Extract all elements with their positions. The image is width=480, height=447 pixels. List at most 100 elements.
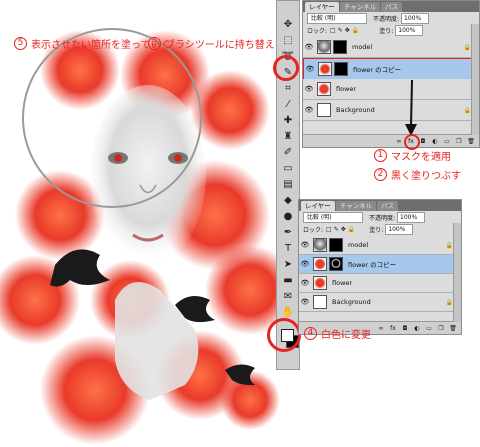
annotation-step3: 3 ブラシツールに持ち替える (148, 36, 285, 51)
step-number: 1 (374, 149, 387, 162)
layer-row-background[interactable]: 👁 Background 🔒 (299, 293, 461, 312)
mask-thumbnail[interactable] (334, 62, 348, 76)
healing-tool-icon[interactable]: ✚ (280, 113, 296, 128)
blend-row: 比較 (明) 不透明度: 100% (303, 12, 479, 24)
link-icon[interactable]: ∞ (377, 324, 385, 332)
annotation-text: 白色に変更 (321, 330, 371, 341)
shape-tool-icon[interactable]: ▬ (280, 273, 296, 288)
eye-icon[interactable]: 👁 (303, 43, 315, 51)
layer-name: flower のコピー (353, 66, 402, 74)
layer-row-flower-copy[interactable]: 👁 flower のコピー (303, 58, 479, 80)
panel-scrollbar[interactable] (453, 223, 461, 322)
folder-icon[interactable]: ▭ (443, 137, 451, 145)
layers-panel-bottom: レイヤー チャンネル パス 比較 (明) 不透明度: 100% ロック: □✎✥… (298, 199, 462, 335)
add-mask-icon[interactable]: ◘ (401, 324, 409, 332)
blend-mode-select[interactable]: 比較 (明) (303, 211, 363, 223)
layer-thumbnail (313, 295, 327, 309)
layer-thumbnail (317, 82, 331, 96)
adjustment-icon[interactable]: ◐ (413, 324, 421, 332)
panel-tabs: レイヤー チャンネル パス (303, 1, 479, 12)
panel-tabs: レイヤー チャンネル パス (299, 200, 461, 211)
layer-row-flower[interactable]: 👁 flower (303, 79, 479, 100)
eraser-tool-icon[interactable]: ▭ (280, 161, 296, 176)
opacity-input[interactable]: 100% (397, 211, 426, 223)
blend-row: 比較 (明) 不透明度: 100% (299, 211, 461, 223)
pen-tool-icon[interactable]: ✒ (280, 225, 296, 240)
trash-icon[interactable]: 🗑 (467, 137, 475, 145)
history-brush-tool-icon[interactable]: ✐ (280, 145, 296, 160)
layer-row-background[interactable]: 👁 Background 🔒 (303, 100, 479, 121)
gradient-tool-icon[interactable]: ▤ (280, 177, 296, 192)
layer-name: model (352, 43, 373, 51)
opacity-label: 不透明度: (373, 15, 400, 23)
new-layer-icon[interactable]: ❐ (437, 324, 445, 332)
tab-paths[interactable]: パス (381, 2, 403, 12)
mask-thumbnail[interactable] (333, 40, 347, 54)
layer-thumbnail (317, 40, 331, 54)
fill-input[interactable]: 100% (395, 24, 424, 36)
adjustment-icon[interactable]: ◐ (431, 137, 439, 145)
layer-row-model[interactable]: 👁 model 🔒 (303, 37, 479, 58)
crop-tool-icon[interactable]: ⌗ (280, 81, 296, 96)
fill-label: 塗り: (379, 27, 394, 35)
tab-layers[interactable]: レイヤー (305, 2, 339, 12)
folder-icon[interactable]: ▭ (425, 324, 433, 332)
new-layer-icon[interactable]: ❐ (455, 137, 463, 145)
eyedropper-tool-icon[interactable]: ⁄ (280, 97, 296, 112)
lock-icon: 🔒 (463, 106, 471, 114)
add-mask-icon[interactable]: ◘ (419, 137, 427, 145)
mask-thumbnail[interactable] (329, 238, 343, 252)
eye-icon[interactable]: 👁 (304, 65, 316, 73)
layer-thumbnail (313, 238, 327, 252)
tab-channels[interactable]: チャンネル (335, 201, 377, 211)
panel-scrollbar[interactable] (471, 24, 479, 135)
step-number: 5 (14, 37, 27, 50)
brush-preview-circle (22, 28, 202, 208)
opacity-label: 不透明度: (369, 214, 396, 222)
fill-input[interactable]: 100% (385, 223, 414, 235)
mask-thumbnail[interactable] (329, 257, 343, 271)
fill-label: 塗り: (369, 226, 384, 234)
lock-icons[interactable]: □✎✥🔒 (326, 226, 357, 233)
canvas-artwork[interactable] (0, 0, 300, 447)
fx-icon[interactable]: fx (389, 324, 397, 332)
annotation-step2: 2 黒く塗りつぶす (374, 167, 461, 182)
eye-icon[interactable]: 👁 (299, 241, 311, 249)
lock-icons[interactable]: □✎✥🔒 (330, 27, 361, 34)
layer-thumbnail (317, 103, 331, 117)
clone-stamp-tool-icon[interactable]: ♜ (280, 129, 296, 144)
layer-thumbnail (318, 62, 332, 76)
type-tool-icon[interactable]: T (280, 241, 296, 256)
color-swatch-highlight (267, 318, 301, 352)
layer-name: Background (336, 106, 375, 114)
lock-row: ロック: □✎✥🔒 塗り: 100% (299, 223, 461, 235)
eye-icon[interactable]: 👁 (299, 279, 311, 287)
layer-row-flower-copy[interactable]: 👁 flower のコピー (299, 255, 461, 274)
link-icon[interactable]: ∞ (395, 137, 403, 145)
layer-name: flower (332, 279, 353, 287)
tab-paths[interactable]: パス (377, 201, 399, 211)
annotation-step4: 4 白色に変更 (304, 326, 371, 341)
eye-icon[interactable]: 👁 (303, 85, 315, 93)
marquee-tool-icon[interactable]: ⬚ (280, 33, 296, 48)
opacity-input[interactable]: 100% (401, 12, 430, 24)
lock-label: ロック: (303, 226, 324, 234)
step-number: 3 (148, 37, 161, 50)
blend-mode-select[interactable]: 比較 (明) (307, 12, 367, 24)
layer-name: Background (332, 298, 371, 306)
dodge-tool-icon[interactable]: ● (280, 209, 296, 224)
layer-row-model[interactable]: 👁 model 🔒 (299, 236, 461, 255)
eye-icon[interactable]: 👁 (299, 298, 311, 306)
tab-channels[interactable]: チャンネル (339, 2, 381, 12)
move-tool-icon[interactable]: ✥ (280, 17, 296, 32)
blur-tool-icon[interactable]: ◆ (280, 193, 296, 208)
eye-icon[interactable]: 👁 (303, 106, 315, 114)
notes-tool-icon[interactable]: ✉ (280, 289, 296, 304)
eye-icon[interactable]: 👁 (299, 260, 311, 268)
lock-icon: 🔒 (463, 43, 471, 51)
layer-name: model (348, 241, 369, 249)
tab-layers[interactable]: レイヤー (301, 201, 335, 211)
path-selection-tool-icon[interactable]: ➤ (280, 257, 296, 272)
layer-row-flower[interactable]: 👁 flower (299, 274, 461, 293)
trash-icon[interactable]: 🗑 (449, 324, 457, 332)
